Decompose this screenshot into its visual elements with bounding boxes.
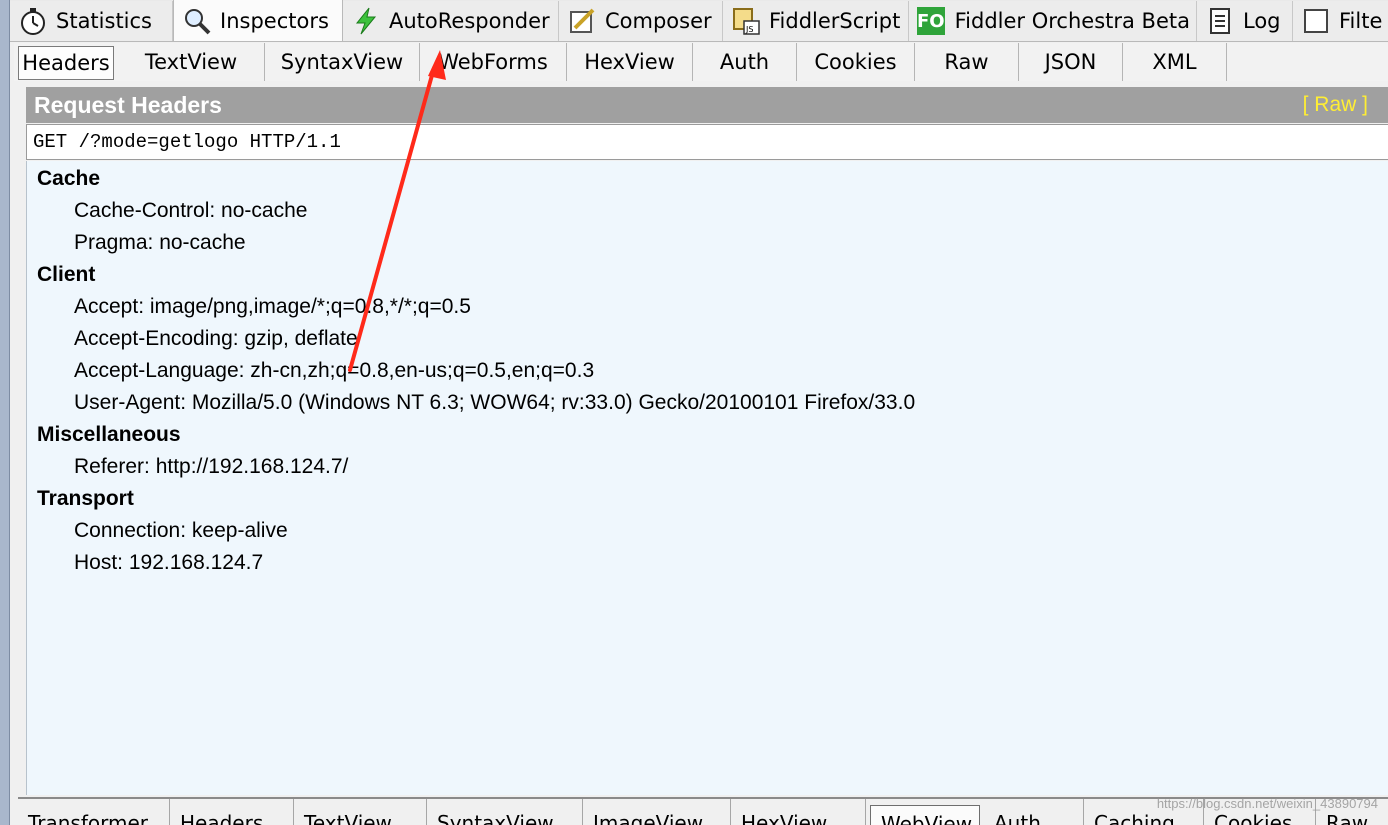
tab-label: AutoResponder	[389, 9, 550, 33]
header-item[interactable]: Connection: keep-alive	[74, 519, 288, 543]
group-cache[interactable]: Cache	[37, 167, 100, 191]
group-transport[interactable]: Transport	[37, 487, 134, 511]
tab-label: Composer	[605, 9, 712, 33]
header-item[interactable]: User-Agent: Mozilla/5.0 (Windows NT 6.3;…	[74, 391, 915, 415]
group-client[interactable]: Client	[37, 263, 95, 287]
tab-label: Fiddler Orchestra Beta	[954, 9, 1190, 33]
fo-icon: FO	[917, 7, 945, 35]
subtab-headers[interactable]: Headers	[170, 799, 294, 825]
header-item[interactable]: Host: 192.168.124.7	[74, 551, 263, 575]
subtab-webview[interactable]: WebView	[870, 805, 980, 825]
tab-label: Statistics	[56, 9, 152, 33]
lightning-icon	[351, 6, 381, 36]
tab-label: Inspectors	[220, 8, 329, 33]
log-icon	[1205, 6, 1235, 36]
main-tab-strip: Statistics Inspectors AutoResponder Comp…	[10, 0, 1388, 42]
subtab-auth[interactable]: Auth	[693, 43, 797, 81]
checkbox-icon	[1301, 6, 1331, 36]
subtab-hexview[interactable]: HexView	[567, 43, 693, 81]
headers-tree: Cache Cache-Control: no-cache Pragma: no…	[26, 161, 1388, 795]
request-line[interactable]: GET /?mode=getlogo HTTP/1.1	[26, 124, 1388, 160]
subtab-syntaxview[interactable]: SyntaxView	[427, 799, 583, 825]
tab-statistics[interactable]: Statistics	[10, 1, 173, 41]
window-left-edge	[0, 0, 10, 825]
header-item[interactable]: Referer: http://192.168.124.7/	[74, 455, 348, 479]
subtab-webforms[interactable]: WebForms	[420, 43, 567, 81]
request-headers-bar: Request Headers [ Raw ]	[26, 87, 1388, 123]
subtab-xml[interactable]: XML	[1123, 43, 1227, 81]
subtab-hexview[interactable]: HexView	[731, 799, 866, 825]
subtab-textview[interactable]: TextView	[294, 799, 427, 825]
raw-link[interactable]: [ Raw ]	[1303, 93, 1368, 117]
subtab-imageview[interactable]: ImageView	[583, 799, 731, 825]
tab-fiddlerscript[interactable]: JS FiddlerScript	[723, 1, 909, 41]
tab-fiddler-orchestra[interactable]: FO Fiddler Orchestra Beta	[909, 1, 1197, 41]
stopwatch-icon	[18, 6, 48, 36]
tab-inspectors[interactable]: Inspectors	[173, 0, 343, 41]
header-item[interactable]: Accept-Encoding: gzip, deflate	[74, 327, 358, 351]
tab-log[interactable]: Log	[1197, 1, 1293, 41]
subtab-transformer[interactable]: Transformer	[18, 799, 170, 825]
tab-label: FiddlerScript	[769, 9, 901, 33]
svg-text:JS: JS	[745, 25, 753, 34]
subtab-raw[interactable]: Raw	[915, 43, 1019, 81]
tab-label: Filte	[1339, 9, 1383, 33]
pencil-icon	[567, 6, 597, 36]
tab-label: Log	[1243, 9, 1281, 33]
subtab-cookies[interactable]: Cookies	[797, 43, 915, 81]
request-headers-title: Request Headers	[34, 91, 222, 118]
subtab-syntaxview[interactable]: SyntaxView	[265, 43, 420, 81]
magnifier-icon	[182, 6, 212, 36]
watermark: https://blog.csdn.net/weixin_43890794	[1156, 796, 1378, 811]
subtab-headers[interactable]: Headers	[18, 46, 114, 80]
header-item[interactable]: Accept: image/png,image/*;q=0.8,*/*;q=0.…	[74, 295, 471, 319]
tab-autoresponder[interactable]: AutoResponder	[343, 1, 559, 41]
script-icon: JS	[731, 6, 761, 36]
subtab-textview[interactable]: TextView	[118, 43, 265, 81]
header-item[interactable]: Accept-Language: zh-cn,zh;q=0.8,en-us;q=…	[74, 359, 594, 383]
group-miscellaneous[interactable]: Miscellaneous	[37, 423, 181, 447]
header-item[interactable]: Pragma: no-cache	[74, 231, 246, 255]
tab-filters[interactable]: Filte	[1293, 1, 1388, 41]
tab-composer[interactable]: Composer	[559, 1, 723, 41]
subtab-auth[interactable]: Auth	[984, 799, 1084, 825]
inspector-subtab-strip: Headers TextView SyntaxView WebForms Hex…	[14, 43, 1388, 81]
header-item[interactable]: Cache-Control: no-cache	[74, 199, 307, 223]
subtab-json[interactable]: JSON	[1019, 43, 1123, 81]
